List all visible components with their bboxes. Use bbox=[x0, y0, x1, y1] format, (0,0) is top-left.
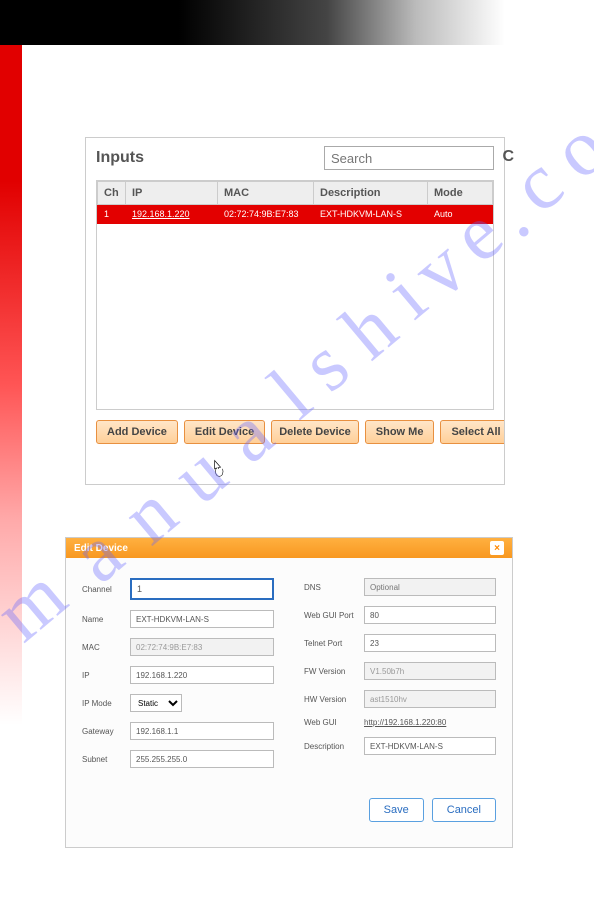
col-ch[interactable]: Ch bbox=[98, 182, 126, 205]
top-banner bbox=[0, 0, 594, 45]
name-label: Name bbox=[82, 615, 130, 624]
dns-label: DNS bbox=[304, 583, 364, 592]
desc-label: Description bbox=[304, 742, 364, 751]
cursor-pointer-icon bbox=[208, 458, 228, 478]
table-row[interactable]: 1 192.168.1.220 02:72:74:9B:E7:83 EXT-HD… bbox=[98, 205, 493, 224]
subnet-label: Subnet bbox=[82, 755, 130, 764]
ipmode-label: IP Mode bbox=[82, 699, 130, 708]
edit-title: Edit Device bbox=[74, 543, 128, 554]
ipmode-select[interactable]: Static bbox=[130, 694, 182, 712]
edit-titlebar: Edit Device × bbox=[66, 538, 512, 558]
col-ip[interactable]: IP bbox=[126, 182, 218, 205]
cutoff-text: C bbox=[502, 148, 514, 166]
add-device-button[interactable]: Add Device bbox=[96, 420, 178, 444]
show-me-button[interactable]: Show Me bbox=[365, 420, 435, 444]
channel-input[interactable] bbox=[130, 578, 274, 600]
cell-ip: 192.168.1.220 bbox=[126, 205, 218, 224]
cell-desc: EXT-HDKVM-LAN-S bbox=[314, 205, 428, 224]
hw-input bbox=[364, 690, 496, 708]
save-button[interactable]: Save bbox=[369, 798, 424, 822]
telnet-label: Telnet Port bbox=[304, 639, 364, 648]
mac-input bbox=[130, 638, 274, 656]
delete-device-button[interactable]: Delete Device bbox=[271, 420, 359, 444]
ip-link[interactable]: 192.168.1.220 bbox=[132, 209, 190, 219]
webport-input[interactable] bbox=[364, 606, 496, 624]
cancel-button[interactable]: Cancel bbox=[432, 798, 496, 822]
name-input[interactable] bbox=[130, 610, 274, 628]
webport-label: Web GUI Port bbox=[304, 611, 364, 620]
fw-label: FW Version bbox=[304, 667, 364, 676]
channel-label: Channel bbox=[82, 585, 130, 594]
dns-input[interactable] bbox=[364, 578, 496, 596]
col-mac[interactable]: MAC bbox=[218, 182, 314, 205]
search-input[interactable] bbox=[324, 146, 494, 170]
subnet-input[interactable] bbox=[130, 750, 274, 768]
inputs-table-wrap: Ch IP MAC Description Mode 1 192.168.1.2… bbox=[96, 180, 494, 410]
ip-input[interactable] bbox=[130, 666, 274, 684]
edit-device-panel: Edit Device × Channel Name MAC IP IP Mod… bbox=[65, 537, 513, 848]
telnet-input[interactable] bbox=[364, 634, 496, 652]
col-mode[interactable]: Mode bbox=[428, 182, 493, 205]
inputs-panel: Inputs Ch IP MAC Description Mode 1 192.… bbox=[85, 137, 505, 485]
close-icon[interactable]: × bbox=[490, 541, 504, 555]
hw-label: HW Version bbox=[304, 695, 364, 704]
inputs-table: Ch IP MAC Description Mode 1 192.168.1.2… bbox=[97, 181, 493, 224]
col-desc[interactable]: Description bbox=[314, 182, 428, 205]
desc-input[interactable] bbox=[364, 737, 496, 755]
cell-mac: 02:72:74:9B:E7:83 bbox=[218, 205, 314, 224]
fw-input bbox=[364, 662, 496, 680]
gateway-input[interactable] bbox=[130, 722, 274, 740]
side-banner bbox=[0, 45, 22, 725]
ip-label: IP bbox=[82, 671, 130, 680]
cell-mode: Auto bbox=[428, 205, 493, 224]
edit-device-button[interactable]: Edit Device bbox=[184, 420, 265, 444]
cell-ch: 1 bbox=[98, 205, 126, 224]
mac-label: MAC bbox=[82, 643, 130, 652]
webgui-label: Web GUI bbox=[304, 718, 364, 727]
gateway-label: Gateway bbox=[82, 727, 130, 736]
inputs-title: Inputs bbox=[96, 149, 144, 167]
webgui-link[interactable]: http://192.168.1.220:80 bbox=[364, 718, 446, 727]
select-all-button[interactable]: Select All bbox=[440, 420, 505, 444]
